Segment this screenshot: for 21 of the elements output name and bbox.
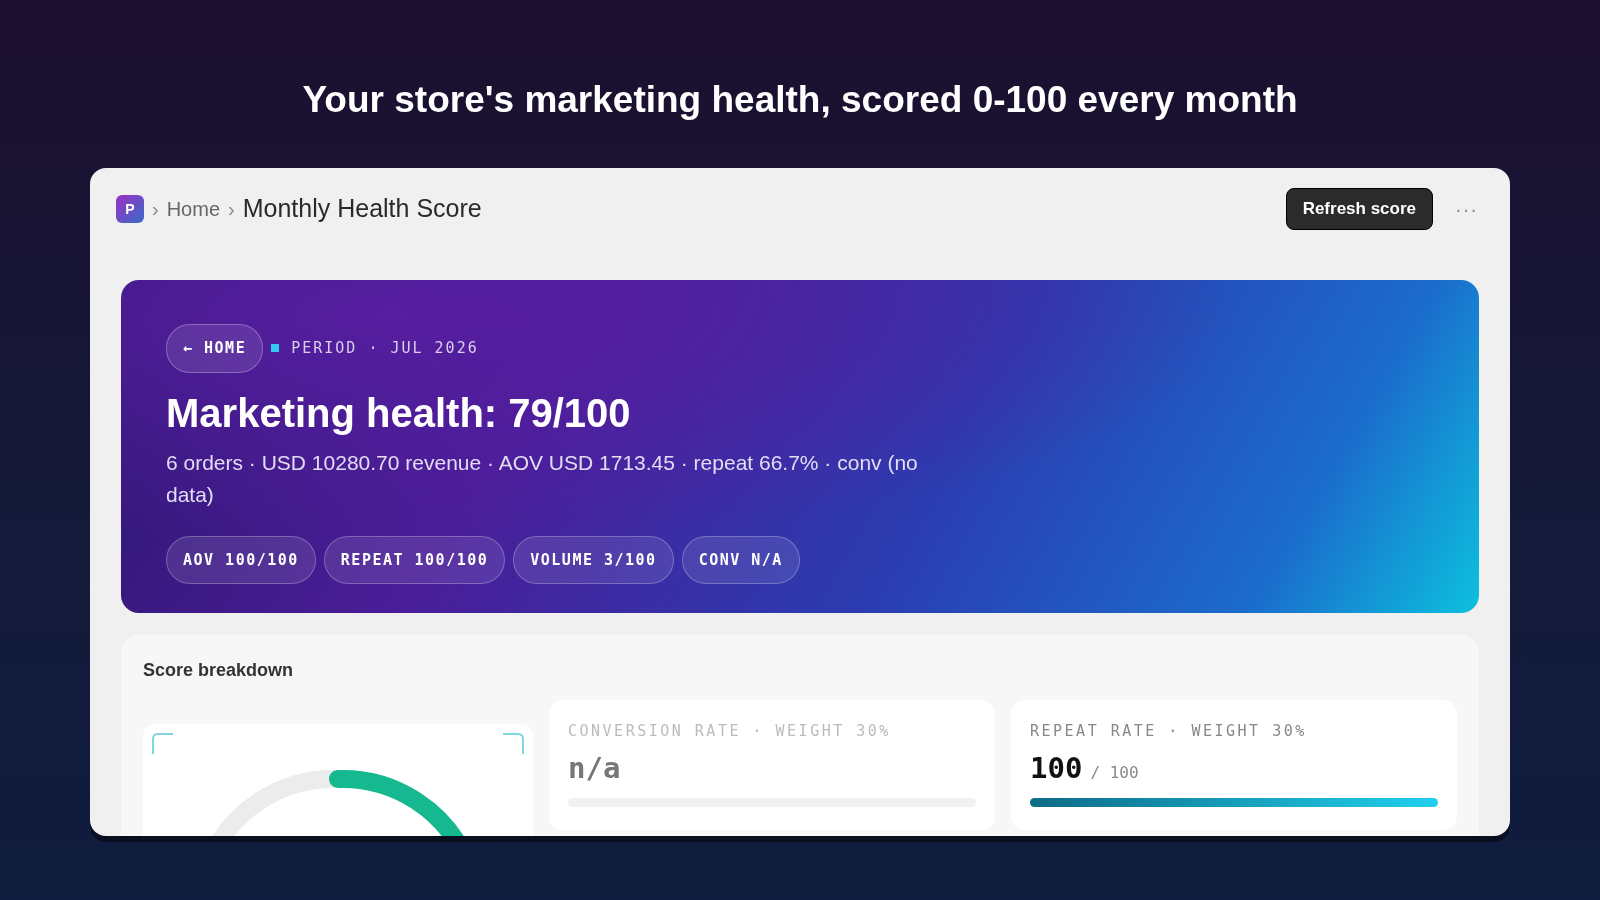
hero-title: Marketing health: 79/100: [166, 389, 632, 437]
breadcrumb-separator: ›: [228, 197, 235, 222]
score-chip: REPEAT 100/100: [323, 535, 506, 585]
hero-summary: 6 orders · USD 10280.70 revenue · AOV USD 1713.45 · repeat 66.7% · conv (no data): [166, 449, 919, 509]
metric-label: CONVERSION RATE · WEIGHT 30%: [568, 721, 892, 742]
breadcrumb-separator: ›: [152, 197, 159, 222]
headline: Your store's marketing health, scored 0-100 every month: [301, 78, 1299, 122]
back-link[interactable]: ← HOME: [166, 324, 264, 373]
app-logo: P: [116, 195, 144, 223]
metric-value: 100: [1030, 749, 1083, 787]
score-chip: CONV N/A: [681, 535, 800, 585]
section-title: Score breakdown: [143, 659, 295, 682]
period-label: PERIOD · JUL 2026: [291, 338, 479, 359]
score-chip: AOV 100/100: [166, 535, 316, 585]
score-chip: VOLUME 3/100: [513, 535, 674, 585]
metric-label: REPEAT RATE · WEIGHT 30%: [1030, 721, 1308, 742]
page-title: Monthly Health Score: [242, 193, 482, 225]
metric-value: n/a: [568, 749, 621, 787]
breadcrumb-link[interactable]: Home: [166, 194, 221, 224]
refresh-button[interactable]: Refresh score: [1285, 188, 1433, 230]
metric-max: / 100: [1090, 761, 1139, 784]
